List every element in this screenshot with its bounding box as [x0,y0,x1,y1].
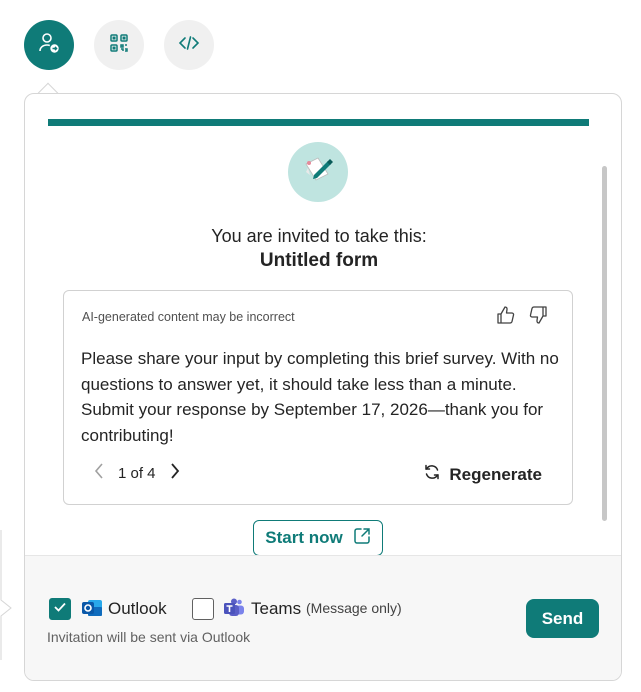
invitation-via-note: Invitation will be sent via Outlook [47,629,251,645]
invite-intro: You are invited to take this: [211,226,427,246]
note-pencil-icon [298,150,338,195]
ai-disclaimer: AI-generated content may be incorrect [82,310,295,324]
share-invite-button[interactable] [24,20,74,70]
send-label: Send [541,608,584,628]
suggestion-pager: 1 of 4 [90,463,184,483]
embed-code-button[interactable] [164,20,214,70]
ai-generated-message: Please share your input by completing th… [81,349,559,445]
send-button[interactable]: Send [526,599,599,638]
qr-code-button[interactable] [94,20,144,70]
ai-message-card: AI-generated content may be incorrect Pl… [63,290,573,505]
teams-checkbox[interactable] [192,598,214,620]
share-panel: You are invited to take this: Untitled f… [24,93,622,681]
thumbs-up-icon [496,305,516,330]
regenerate-label: Regenerate [449,464,542,484]
form-avatar [288,142,348,202]
outlook-label: Outlook [108,599,167,618]
thumbs-up-button[interactable] [494,305,518,329]
scrollbar[interactable] [602,166,607,521]
chevron-left-icon [94,463,104,483]
outlook-icon [81,597,103,619]
thumbs-down-icon [528,305,548,330]
pager-text: 1 of 4 [118,464,156,482]
thumbs-down-button[interactable] [526,305,550,329]
start-now-label: Start now [265,528,343,547]
outlook-checkbox[interactable] [49,598,71,620]
qr-code-icon [109,33,129,58]
refresh-icon [423,463,441,486]
side-panel-edge [0,530,14,660]
person-share-icon [37,31,61,60]
previous-suggestion-button[interactable] [90,463,108,483]
next-suggestion-button[interactable] [166,463,184,483]
form-theme-bar [48,119,589,126]
form-title: Untitled form [259,250,379,271]
regenerate-button[interactable]: Regenerate [423,463,542,486]
chevron-right-icon [170,463,180,483]
teams-label: Teams [251,599,302,618]
checkmark-icon [53,600,67,619]
start-now-button[interactable]: Start now [253,520,383,556]
open-external-icon [353,527,371,550]
teams-icon [223,597,245,619]
teams-message-only-note: (Message only) [306,600,402,616]
send-footer: Outlook Teams (Message only) Invitation … [25,555,621,680]
code-icon [178,32,200,59]
